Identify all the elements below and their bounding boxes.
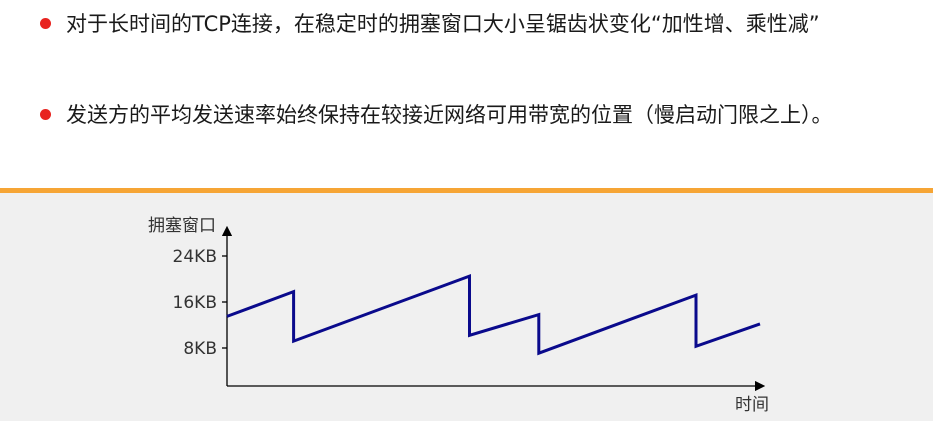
bullet-dot-icon (40, 18, 51, 29)
bullet-text: 对于长时间的TCP连接，在稳定时的拥塞窗口大小呈锯齿状变化“加性增、乘性减” (66, 12, 820, 36)
y-tick-label: 16KB (173, 293, 217, 313)
chart-panel: 拥塞窗口 时间 24KB 16KB 8KB (0, 193, 933, 421)
x-axis-label: 时间 (735, 395, 769, 415)
cwnd-sawtooth-chart: 拥塞窗口 时间 24KB 16KB 8KB (148, 216, 769, 415)
slide: 对于长时间的TCP连接，在稳定时的拥塞窗口大小呈锯齿状变化“加性增、乘性减” 发… (0, 0, 933, 421)
y-tick-label: 24KB (173, 247, 217, 267)
bullet-dot-icon (40, 109, 51, 120)
y-axis-label: 拥塞窗口 (148, 216, 216, 236)
cwnd-series-line (226, 273, 761, 356)
bullet-text: 发送方的平均发送速率始终保持在较接近网络可用带宽的位置（慢启动门限之上）。 (66, 103, 833, 127)
bullet-item: 发送方的平均发送速率始终保持在较接近网络可用带宽的位置（慢启动门限之上）。 (40, 93, 890, 137)
y-tick-label: 8KB (183, 339, 217, 359)
bullet-item: 对于长时间的TCP连接，在稳定时的拥塞窗口大小呈锯齿状变化“加性增、乘性减” (40, 2, 890, 46)
bullet-list: 对于长时间的TCP连接，在稳定时的拥塞窗口大小呈锯齿状变化“加性增、乘性减” 发… (0, 0, 933, 188)
